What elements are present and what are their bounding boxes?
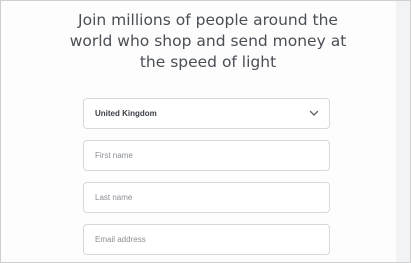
last-name-field-container: [83, 182, 330, 213]
side-panel: [396, 1, 410, 262]
screenshot-frame: Join millions of people around the world…: [0, 0, 411, 263]
first-name-field[interactable]: [95, 141, 295, 170]
page-headline: Join millions of people around the world…: [69, 11, 347, 71]
country-select-value: United Kingdom: [95, 109, 157, 118]
chevron-down-icon: [309, 110, 319, 116]
first-name-field-container: [83, 140, 330, 171]
email-field[interactable]: [95, 225, 295, 254]
signup-form: Join millions of people around the world…: [1, 1, 396, 262]
last-name-field[interactable]: [95, 183, 295, 212]
email-field-container: [83, 224, 330, 255]
country-select[interactable]: United Kingdom: [83, 98, 330, 129]
